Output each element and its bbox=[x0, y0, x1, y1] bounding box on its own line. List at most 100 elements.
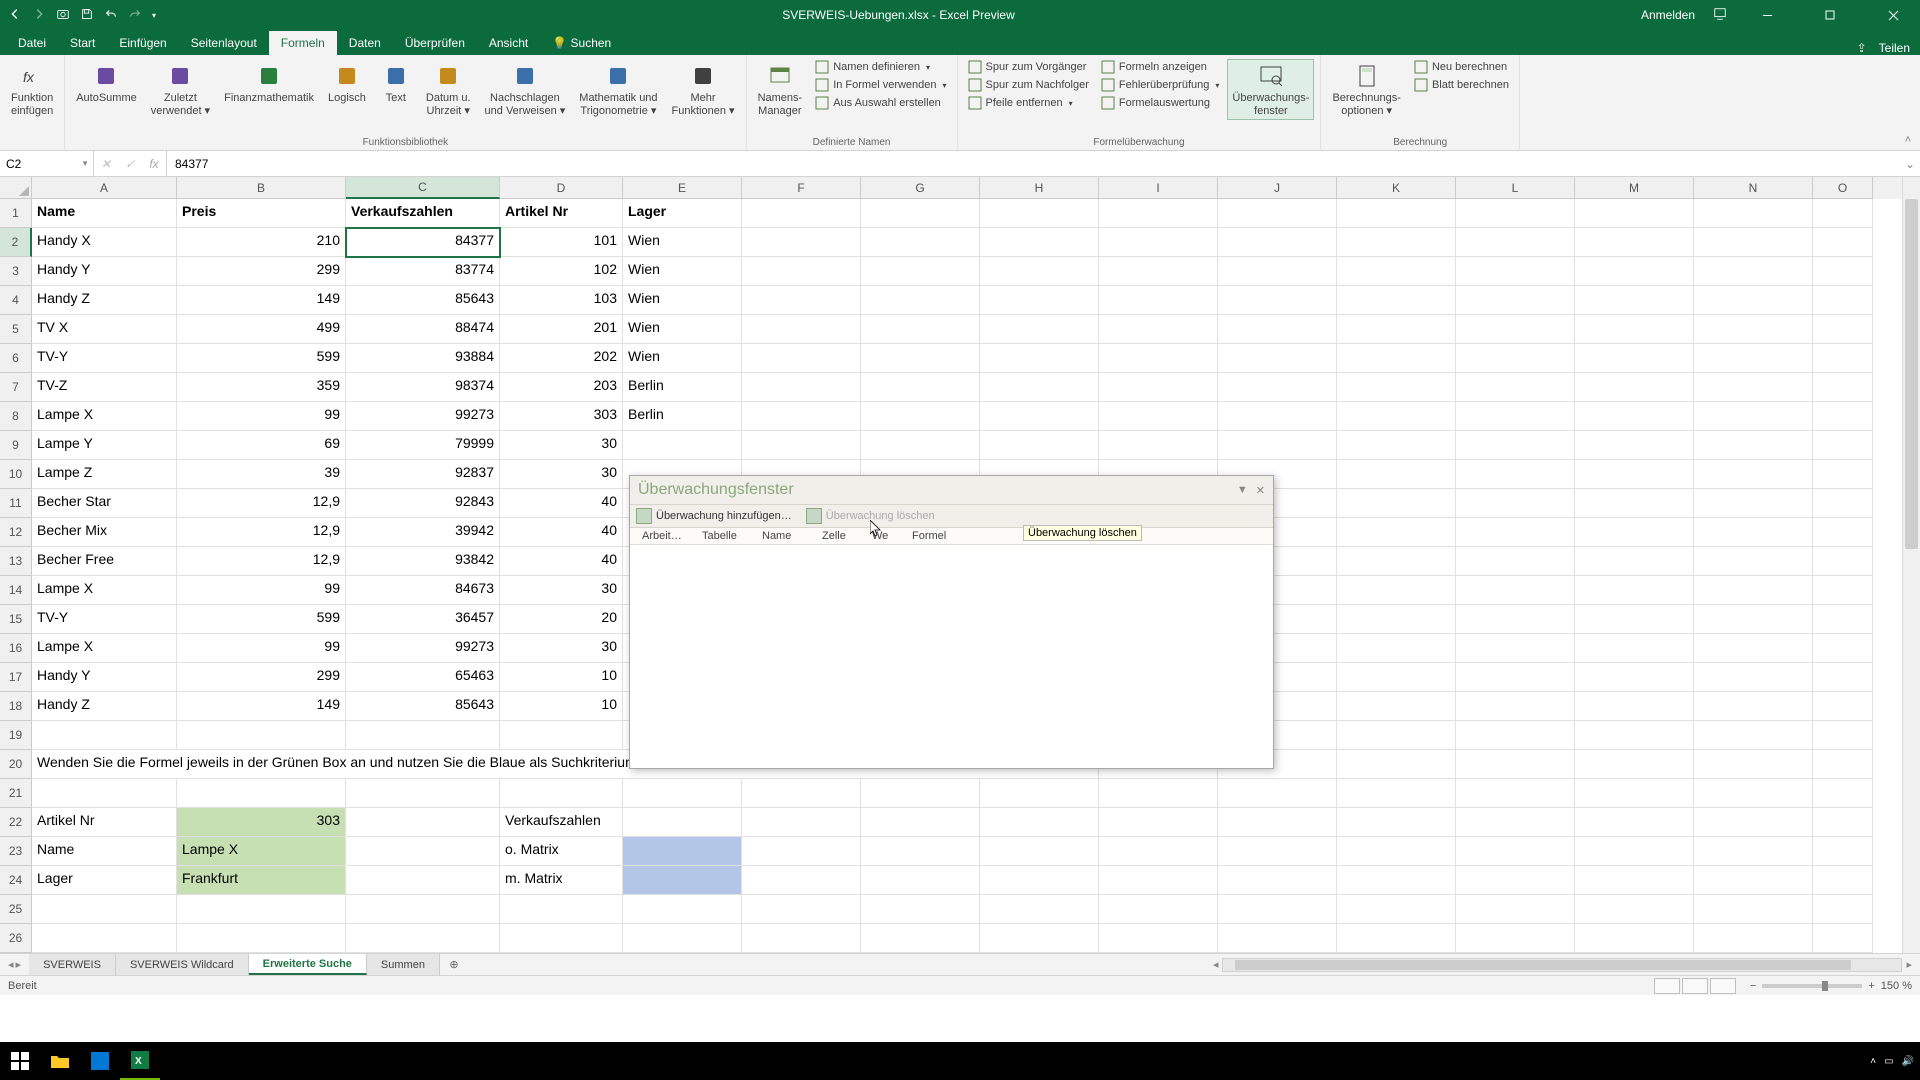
cell[interactable]: 98374 bbox=[346, 373, 500, 402]
cell[interactable]: 40 bbox=[500, 489, 623, 518]
row-header-20[interactable]: 20 bbox=[0, 750, 32, 779]
row-header-8[interactable]: 8 bbox=[0, 402, 32, 431]
ribbon-btn-0[interactable]: AutoSumme bbox=[71, 59, 142, 108]
cell[interactable] bbox=[1575, 779, 1694, 808]
cell[interactable] bbox=[742, 315, 861, 344]
cell[interactable]: 299 bbox=[177, 663, 346, 692]
ribbon-small-rg5s-0[interactable]: Neu berechnen bbox=[1410, 59, 1513, 75]
cell[interactable]: Handy Z bbox=[32, 692, 177, 721]
cancel-formula-icon[interactable]: ✕ bbox=[94, 151, 118, 176]
cell[interactable] bbox=[980, 895, 1099, 924]
cell[interactable] bbox=[1813, 576, 1873, 605]
cell[interactable] bbox=[1575, 431, 1694, 460]
row-header-26[interactable]: 26 bbox=[0, 924, 32, 953]
cell[interactable]: 303 bbox=[500, 402, 623, 431]
cell[interactable]: Becher Mix bbox=[32, 518, 177, 547]
cell[interactable] bbox=[1337, 257, 1456, 286]
cell[interactable] bbox=[1099, 257, 1218, 286]
cell[interactable] bbox=[861, 344, 980, 373]
cell[interactable] bbox=[1813, 489, 1873, 518]
row-header-23[interactable]: 23 bbox=[0, 837, 32, 866]
cell[interactable]: m. Matrix bbox=[500, 866, 623, 895]
cell[interactable] bbox=[1575, 315, 1694, 344]
cell[interactable] bbox=[980, 402, 1099, 431]
cell[interactable] bbox=[1218, 286, 1337, 315]
row-header-3[interactable]: 3 bbox=[0, 257, 32, 286]
cell[interactable]: 103 bbox=[500, 286, 623, 315]
cell[interactable] bbox=[1456, 576, 1575, 605]
col-header-H[interactable]: H bbox=[980, 177, 1099, 199]
menu-tab-einfügen[interactable]: Einfügen bbox=[107, 31, 178, 55]
cell[interactable] bbox=[32, 779, 177, 808]
col-header-M[interactable]: M bbox=[1575, 177, 1694, 199]
add-sheet-button[interactable]: ⊕ bbox=[440, 954, 468, 975]
cell[interactable]: 39942 bbox=[346, 518, 500, 547]
cell[interactable] bbox=[1218, 837, 1337, 866]
dropdown-icon[interactable]: ▼ bbox=[81, 159, 89, 168]
cell[interactable] bbox=[1813, 663, 1873, 692]
cell[interactable]: 30 bbox=[500, 431, 623, 460]
ribbon-btn-6[interactable]: Nachschlagen und Verweisen ▾ bbox=[480, 59, 571, 120]
cell[interactable] bbox=[177, 721, 346, 750]
row-header-4[interactable]: 4 bbox=[0, 286, 32, 315]
view-page-break-button[interactable] bbox=[1710, 978, 1736, 994]
cell[interactable] bbox=[1694, 576, 1813, 605]
cell[interactable] bbox=[1456, 228, 1575, 257]
cell[interactable] bbox=[861, 402, 980, 431]
cell[interactable] bbox=[1813, 344, 1873, 373]
row-header-17[interactable]: 17 bbox=[0, 663, 32, 692]
cell[interactable] bbox=[1694, 344, 1813, 373]
row-header-25[interactable]: 25 bbox=[0, 895, 32, 924]
cell[interactable]: 99 bbox=[177, 576, 346, 605]
cell[interactable]: Becher Star bbox=[32, 489, 177, 518]
cell[interactable] bbox=[1456, 518, 1575, 547]
forward-icon[interactable] bbox=[32, 7, 46, 24]
row-header-2[interactable]: 2 bbox=[0, 228, 32, 257]
cell[interactable] bbox=[742, 895, 861, 924]
view-normal-button[interactable] bbox=[1654, 978, 1680, 994]
cell[interactable]: TV X bbox=[32, 315, 177, 344]
cell[interactable] bbox=[1456, 924, 1575, 953]
cell[interactable] bbox=[177, 779, 346, 808]
cell[interactable] bbox=[1337, 547, 1456, 576]
cell[interactable] bbox=[1575, 808, 1694, 837]
cell[interactable] bbox=[1456, 460, 1575, 489]
cell[interactable]: Name bbox=[32, 837, 177, 866]
undo-icon[interactable] bbox=[104, 7, 118, 24]
cell[interactable] bbox=[1575, 373, 1694, 402]
cell[interactable] bbox=[1813, 750, 1873, 779]
cell[interactable] bbox=[1337, 199, 1456, 228]
cell[interactable] bbox=[1337, 692, 1456, 721]
cell[interactable] bbox=[980, 808, 1099, 837]
cell[interactable] bbox=[1218, 344, 1337, 373]
cell[interactable] bbox=[1813, 315, 1873, 344]
cell[interactable]: 40 bbox=[500, 547, 623, 576]
cell[interactable] bbox=[32, 895, 177, 924]
menu-tab-ansicht[interactable]: Ansicht bbox=[477, 31, 540, 55]
cell[interactable] bbox=[1694, 692, 1813, 721]
cell[interactable] bbox=[623, 808, 742, 837]
col-header-E[interactable]: E bbox=[623, 177, 742, 199]
row-header-5[interactable]: 5 bbox=[0, 315, 32, 344]
ribbon-btn-1[interactable]: Zuletzt verwendet ▾ bbox=[146, 59, 215, 120]
hscroll-left-icon[interactable]: ◂ bbox=[1209, 958, 1223, 971]
task-app-icon[interactable] bbox=[80, 1042, 120, 1080]
cell[interactable] bbox=[1813, 286, 1873, 315]
tray-sound-icon[interactable]: 🔊 bbox=[1902, 1056, 1914, 1067]
cell[interactable] bbox=[1456, 750, 1575, 779]
sheet-tab[interactable]: Summen bbox=[367, 954, 440, 975]
cell[interactable]: 10 bbox=[500, 663, 623, 692]
cell[interactable] bbox=[1099, 808, 1218, 837]
cell[interactable] bbox=[1099, 837, 1218, 866]
ribbon-small-rg4l-2[interactable]: Pfeile entfernen▾ bbox=[964, 95, 1093, 111]
cell[interactable]: Artikel Nr bbox=[32, 808, 177, 837]
cell[interactable] bbox=[861, 837, 980, 866]
cell[interactable] bbox=[1337, 576, 1456, 605]
cell[interactable] bbox=[1813, 721, 1873, 750]
cell[interactable] bbox=[1694, 547, 1813, 576]
cell[interactable] bbox=[1456, 286, 1575, 315]
cell[interactable] bbox=[1575, 402, 1694, 431]
row-header-15[interactable]: 15 bbox=[0, 605, 32, 634]
cell[interactable]: Lampe Z bbox=[32, 460, 177, 489]
cell[interactable] bbox=[1218, 402, 1337, 431]
